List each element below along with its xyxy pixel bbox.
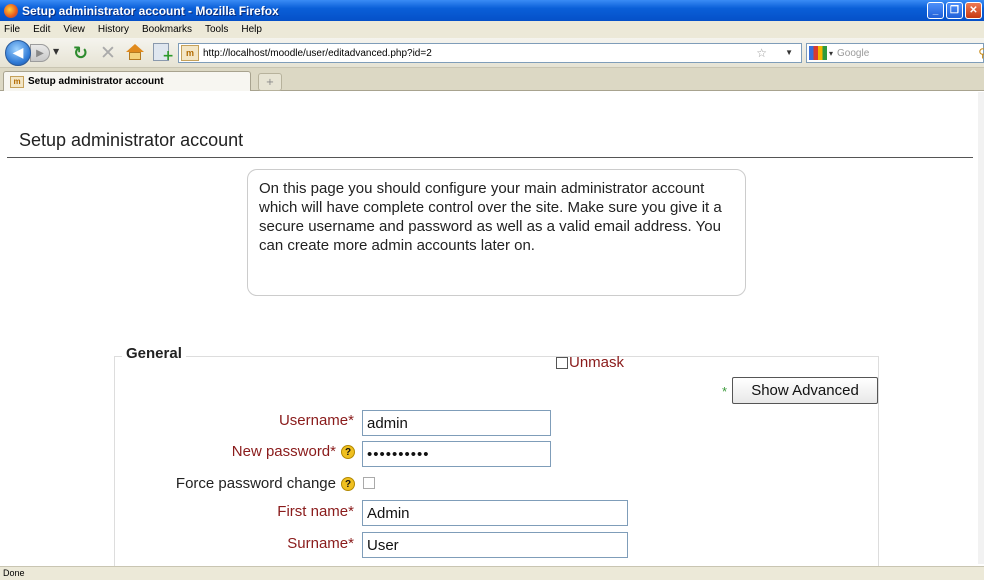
- first-name-input[interactable]: Admin: [362, 500, 628, 526]
- menu-view[interactable]: View: [63, 24, 85, 35]
- menu-history[interactable]: History: [98, 24, 129, 35]
- help-icon[interactable]: ?: [341, 477, 355, 491]
- status-bar: Done: [0, 566, 984, 580]
- unmask-checkbox[interactable]: Unmask: [556, 354, 624, 371]
- window-controls: _ ❐ ✕: [927, 2, 982, 19]
- force-password-change-checkbox[interactable]: [363, 477, 375, 489]
- url-bar[interactable]: m http://localhost/moodle/user/editadvan…: [178, 43, 802, 63]
- tab-strip: m Setup administrator account +: [0, 68, 984, 91]
- minimize-button[interactable]: _: [927, 2, 944, 19]
- force-password-change-label: Force password change?: [110, 475, 355, 492]
- first-name-label-text: First name: [277, 503, 349, 520]
- general-legend: General: [122, 345, 186, 362]
- tab-label: Setup administrator account: [28, 76, 164, 87]
- required-star: *: [722, 384, 728, 399]
- title-divider: [7, 157, 973, 158]
- history-dropdown-icon[interactable]: ▼: [53, 47, 59, 56]
- help-icon[interactable]: ?: [341, 445, 355, 459]
- username-label-text: Username: [278, 412, 349, 429]
- menu-help[interactable]: Help: [241, 24, 262, 35]
- new-tab-button[interactable]: +: [258, 73, 282, 91]
- navigation-toolbar: ▶ ◀ ▼ ↻ ✕ m http://localhost/moodle/user…: [0, 38, 984, 68]
- firefox-icon: [4, 3, 18, 18]
- moodle-favicon-icon: m: [10, 75, 24, 88]
- first-name-label: First name*: [200, 503, 354, 520]
- site-favicon-icon: m: [181, 45, 199, 61]
- password-input[interactable]: ••••••••••: [362, 441, 551, 467]
- window-titlebar: Setup administrator account - Mozilla Fi…: [0, 0, 984, 21]
- username-input[interactable]: admin: [362, 410, 551, 436]
- new-password-label-text: New password: [231, 443, 331, 460]
- home-icon: [126, 44, 144, 52]
- menu-bookmarks[interactable]: Bookmarks: [142, 24, 192, 35]
- required-star: *: [348, 503, 354, 520]
- menu-edit[interactable]: Edit: [33, 24, 50, 35]
- star-bookmark-icon[interactable]: ☆: [756, 46, 767, 60]
- menu-file[interactable]: File: [4, 24, 20, 35]
- unmask-label[interactable]: Unmask: [569, 354, 624, 371]
- google-engine-icon[interactable]: [809, 46, 827, 60]
- page-title: Setup administrator account: [19, 130, 244, 150]
- home-button[interactable]: [126, 44, 144, 60]
- force-password-change-text: Force password change: [175, 475, 336, 492]
- surname-input[interactable]: User: [362, 532, 628, 558]
- required-star: *: [330, 443, 336, 460]
- surname-label-text: Surname: [287, 535, 349, 552]
- unmask-checkbox-box[interactable]: [556, 356, 568, 369]
- menu-bar: File Edit View History Bookmarks Tools H…: [0, 21, 984, 38]
- required-star: *: [348, 535, 354, 552]
- search-box[interactable]: ▾ Google ⚲: [806, 43, 984, 63]
- engine-dropdown-icon[interactable]: ▾: [829, 49, 833, 58]
- page-scrollbar[interactable]: [978, 92, 984, 564]
- username-label: Username*: [200, 412, 354, 429]
- bookmark-add-button[interactable]: [153, 43, 174, 64]
- surname-label: Surname*: [200, 535, 354, 552]
- forward-button[interactable]: ▶: [30, 44, 50, 62]
- back-button[interactable]: ◀: [5, 40, 31, 66]
- menu-tools[interactable]: Tools: [205, 24, 228, 35]
- window-title: Setup administrator account - Mozilla Fi…: [22, 3, 279, 18]
- tab-setup-administrator[interactable]: m Setup administrator account: [3, 71, 251, 91]
- reload-button[interactable]: ↻: [73, 43, 88, 64]
- search-icon[interactable]: ⚲: [978, 46, 984, 60]
- new-password-label: New password*?: [150, 443, 355, 460]
- maximize-button[interactable]: ❐: [946, 2, 963, 19]
- show-advanced-button[interactable]: Show Advanced: [732, 377, 878, 404]
- home-icon-wall: [129, 52, 141, 60]
- search-placeholder[interactable]: Google: [837, 48, 869, 59]
- close-button[interactable]: ✕: [965, 2, 982, 19]
- url-dropdown-icon[interactable]: ▼: [785, 48, 793, 57]
- stop-button[interactable]: ✕: [100, 42, 116, 64]
- required-star: *: [348, 412, 354, 429]
- admin-setup-notice: On this page you should configure your m…: [247, 169, 746, 296]
- url-text[interactable]: http://localhost/moodle/user/editadvance…: [203, 48, 432, 59]
